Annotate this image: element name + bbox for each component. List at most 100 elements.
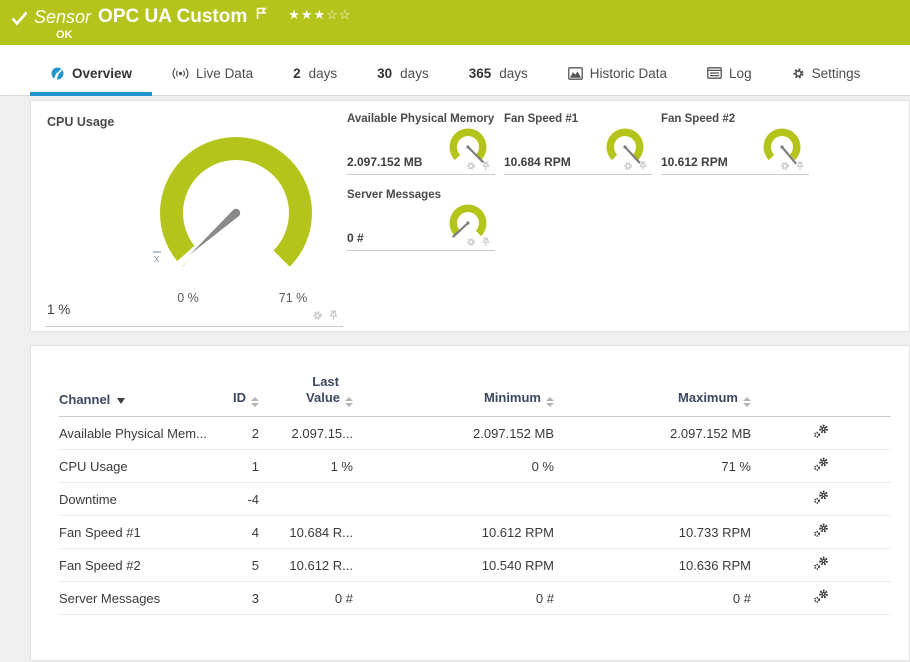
log-icon (707, 67, 722, 79)
channel-last-value: 1 % (259, 449, 353, 483)
pin-icon[interactable] (328, 310, 339, 321)
priority-stars[interactable]: ★★★☆☆ (288, 7, 351, 23)
tab-label: Live Data (196, 65, 254, 81)
channel-maximum: 10.636 RPM (554, 548, 751, 582)
tab-label: days (499, 65, 528, 81)
channel-last-value: 0 # (259, 581, 353, 615)
channel-table: Channel ID Last Value Minimum Maximum Av… (59, 368, 891, 615)
gear-icon[interactable] (466, 161, 476, 171)
tab-label: days (308, 65, 338, 81)
sort-icon (546, 397, 554, 407)
tab-bar: Overview Live Data 2 days 30 days 365 da… (0, 45, 910, 96)
column-header-maximum[interactable]: Maximum (554, 368, 751, 417)
gauge-scale-min: 0 % (177, 291, 199, 305)
pin-icon[interactable] (638, 161, 648, 171)
tab-label: Settings (811, 65, 861, 81)
sort-desc-icon (117, 398, 126, 404)
channel-name[interactable]: Server Messages (59, 581, 209, 615)
tab-live-data[interactable]: Live Data (152, 51, 273, 95)
channel-name[interactable]: CPU Usage (59, 449, 209, 483)
gauge-tile-fan-speed-2: Fan Speed #2 10.612 RPM (661, 113, 809, 175)
gear-icon[interactable] (780, 161, 790, 171)
gauge-current-value: 2.097.152 MB (347, 155, 423, 169)
channel-name[interactable]: Available Physical Mem... (59, 416, 209, 450)
channel-id: 2 (209, 416, 259, 450)
stars-filled: ★★★ (288, 7, 327, 22)
channel-maximum: 71 % (554, 449, 751, 483)
gear-icon (792, 67, 805, 80)
gear-icon[interactable] (466, 237, 476, 247)
channel-id: 4 (209, 515, 259, 549)
tab-365-days[interactable]: 365 days (449, 51, 548, 95)
sort-icon (251, 397, 259, 407)
channel-id: 3 (209, 581, 259, 615)
flag-icon (257, 7, 267, 19)
sensor-status-header: Sensor OPC UA Custom ★★★☆☆ OK (0, 0, 910, 45)
tab-label: days (400, 65, 429, 81)
sensor-kind-label: Sensor (34, 6, 92, 27)
gauge-scale-max: 71 % (278, 291, 308, 305)
tab-number: 2 (293, 65, 301, 81)
channel-name[interactable]: Fan Speed #1 (59, 515, 209, 549)
channel-minimum: 10.612 RPM (353, 515, 554, 549)
channel-minimum: 0 % (353, 449, 554, 483)
channel-settings-icon[interactable] (813, 523, 830, 538)
channel-name[interactable]: Downtime (59, 482, 209, 516)
channel-maximum: 0 # (554, 581, 751, 615)
channel-maximum: 10.733 RPM (554, 515, 751, 549)
average-marker: x (154, 253, 160, 265)
channel-minimum: 0 # (353, 581, 554, 615)
channel-settings-icon[interactable] (813, 424, 830, 439)
column-header-minimum[interactable]: Minimum (353, 368, 554, 417)
channel-last-value (259, 482, 353, 516)
stars-empty: ☆☆ (326, 7, 352, 22)
gauge-title: Fan Speed #1 (504, 113, 579, 125)
channel-table-panel: Channel ID Last Value Minimum Maximum Av… (30, 345, 910, 661)
historic-chart-icon (567, 66, 583, 80)
tab-number: 365 (468, 65, 492, 81)
gauge-tile-cpu-usage: CPU Usage x 0 % 71 % 1 % (45, 109, 343, 327)
gauge-title: Server Messages (347, 189, 441, 201)
channel-last-value: 10.684 R... (259, 515, 353, 549)
table-row: Fan Speed #2 5 10.612 R... 10.540 RPM 10… (59, 548, 891, 582)
column-header-id[interactable]: ID (209, 368, 259, 417)
gear-icon[interactable] (312, 310, 323, 321)
tab-log[interactable]: Log (687, 51, 772, 95)
channel-settings-icon[interactable] (813, 457, 830, 472)
sort-icon (743, 397, 751, 407)
gear-icon[interactable] (623, 161, 633, 171)
tab-label: Overview (72, 65, 133, 81)
table-row: Downtime -4 (59, 482, 891, 516)
gauge-current-value: 0 # (347, 231, 364, 245)
table-row: Fan Speed #1 4 10.684 R... 10.612 RPM 10… (59, 515, 891, 549)
channel-settings-icon[interactable] (813, 490, 830, 505)
gauge-current-value: 1 % (47, 302, 71, 317)
gauge-current-value: 10.684 RPM (504, 155, 571, 169)
gauge-tile-fan-speed-1: Fan Speed #1 10.684 RPM (504, 113, 652, 175)
tab-overview[interactable]: Overview (30, 51, 153, 96)
tab-settings[interactable]: Settings (772, 51, 881, 95)
tab-label: Historic Data (589, 65, 668, 81)
channel-maximum (554, 482, 751, 516)
table-row: Available Physical Mem... 2 2.097.15... … (59, 416, 891, 450)
column-header-channel[interactable]: Channel (59, 368, 209, 417)
pin-icon[interactable] (795, 161, 805, 171)
channel-name[interactable]: Fan Speed #2 (59, 548, 209, 582)
channel-settings-icon[interactable] (813, 589, 830, 604)
status-badge: OK (56, 29, 73, 41)
channel-maximum: 2.097.152 MB (554, 416, 751, 450)
gauge-current-value: 10.612 RPM (661, 155, 728, 169)
gauge-icon (51, 67, 64, 80)
column-header-last-value[interactable]: Last Value (259, 368, 353, 417)
page-title: OPC UA Custom (98, 6, 248, 27)
gauge-tile-available-memory: Available Physical Memory 2.097.152 MB (347, 113, 495, 175)
tab-30-days[interactable]: 30 days (357, 51, 449, 95)
pin-icon[interactable] (481, 161, 491, 171)
channel-settings-icon[interactable] (813, 556, 830, 571)
prtg-sensor-page: Sensor OPC UA Custom ★★★☆☆ OK Overview L… (0, 0, 910, 662)
gauge-title: Available Physical Memory (347, 113, 495, 125)
tab-historic-data[interactable]: Historic Data (548, 51, 687, 95)
channel-last-value: 2.097.15... (259, 416, 353, 450)
pin-icon[interactable] (481, 237, 491, 247)
tab-2-days[interactable]: 2 days (273, 51, 357, 95)
